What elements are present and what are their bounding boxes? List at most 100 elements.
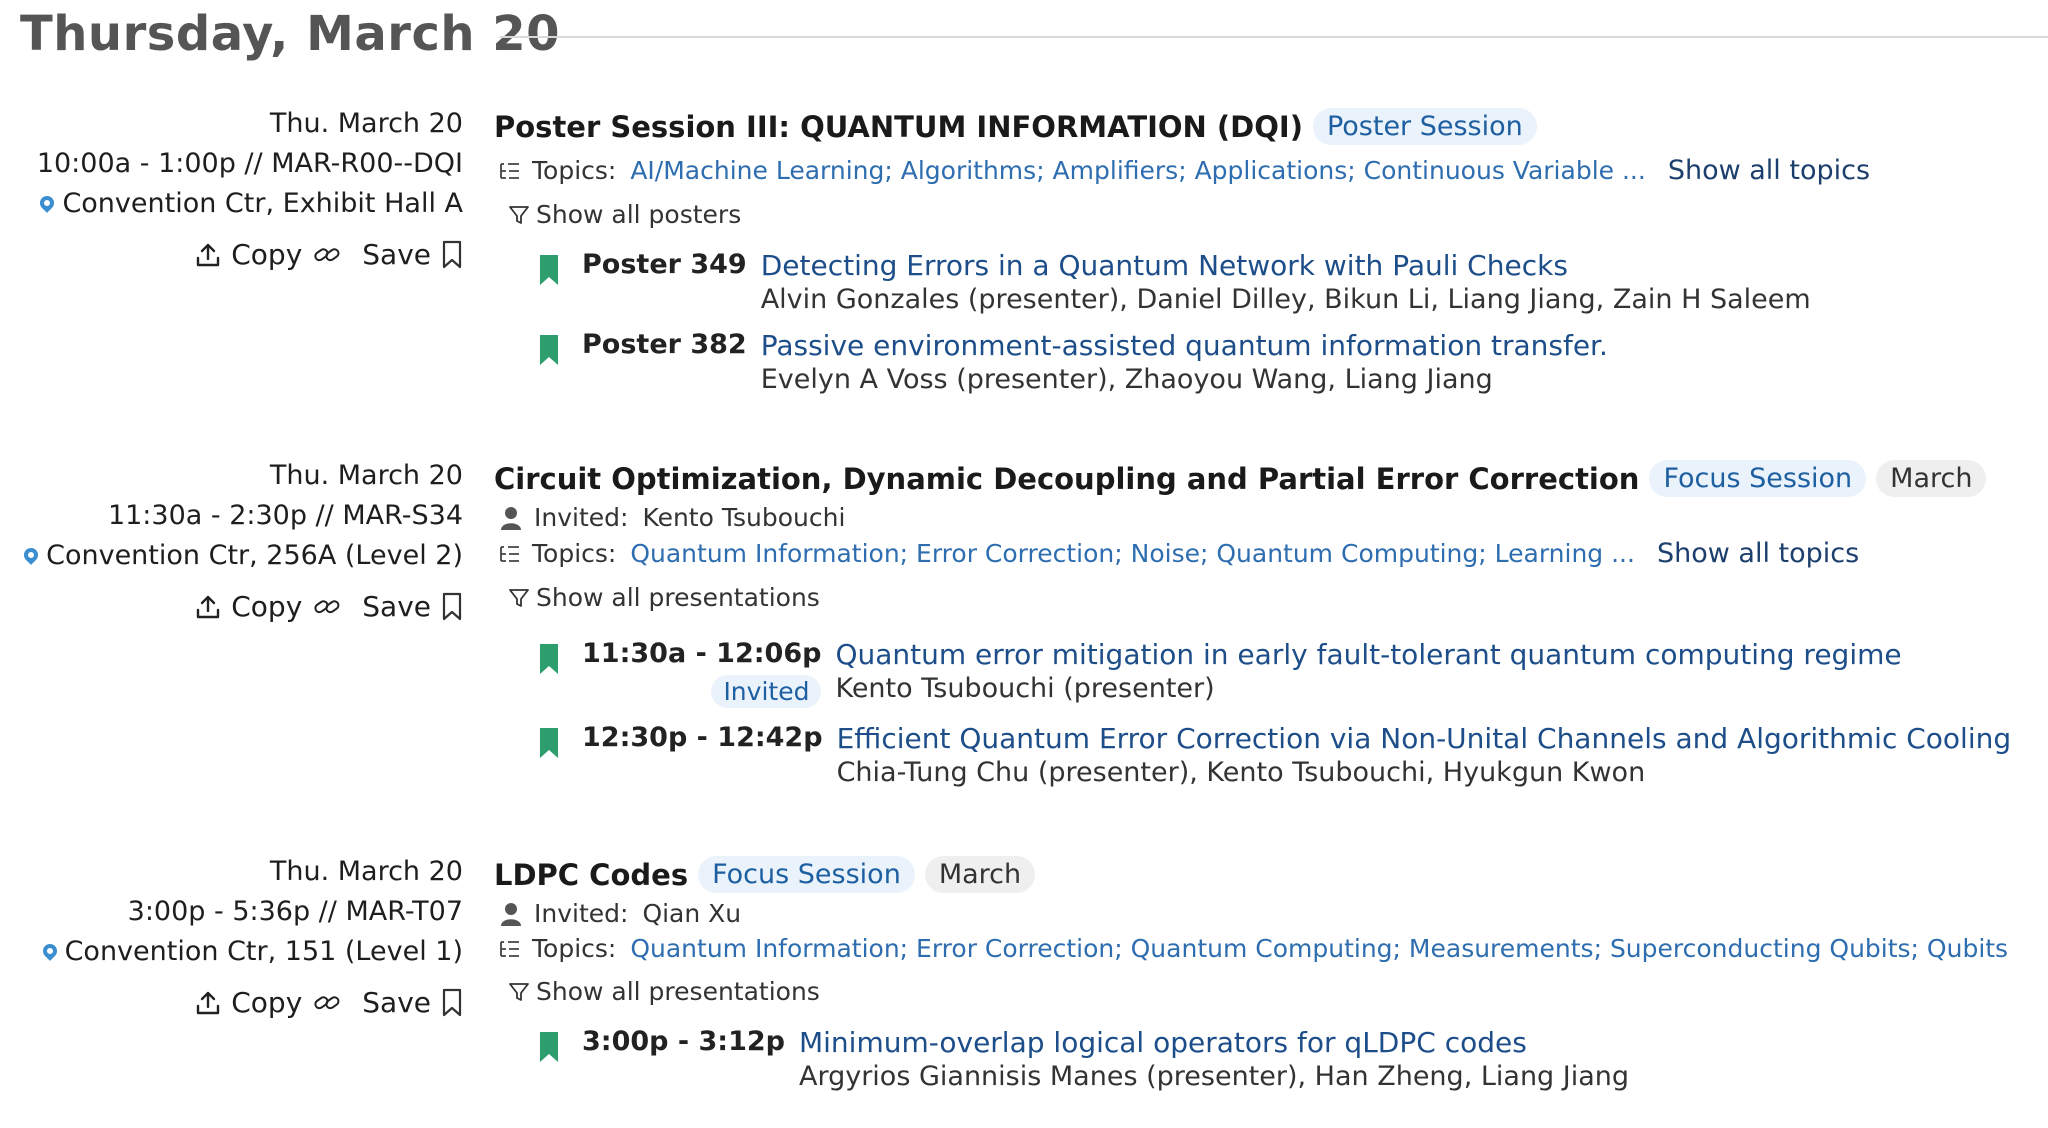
show-all-posters-filter[interactable]: Show all posters xyxy=(494,200,2034,229)
session-content: LDPC Codes Focus Session March Invited: … xyxy=(494,856,2034,1092)
divider xyxy=(500,36,2048,38)
session-time-code: 10:00a - 1:00p // MAR-R00--DQI xyxy=(36,148,463,179)
session-location: Convention Ctr, Exhibit Hall A xyxy=(0,184,463,224)
topics-row: Topics: AI/Machine Learning; Algorithms;… xyxy=(494,155,2034,186)
show-all-presentations-filter[interactable]: Show all presentations xyxy=(494,583,2034,612)
session-actions: Copy Save xyxy=(0,590,463,623)
invited-speaker: Qian Xu xyxy=(642,899,742,928)
poster-number: Poster 382 xyxy=(582,329,747,360)
topics-icon xyxy=(500,545,519,562)
item-body: Quantum error mitigation in early fault-… xyxy=(835,638,1901,708)
session-title[interactable]: LDPC Codes xyxy=(494,858,688,892)
item-authors: Evelyn A Voss (presenter), Zhaoyou Wang,… xyxy=(760,364,1493,395)
item-left: 3:00p - 3:12p xyxy=(582,1026,785,1092)
invited-speaker: Kento Tsubouchi xyxy=(642,503,846,532)
item-time: 11:30a - 12:06p xyxy=(582,638,822,669)
item-body: Efficient Quantum Error Correction via N… xyxy=(837,722,2012,788)
location-label: Convention Ctr, 151 (Level 1) xyxy=(64,936,463,967)
meeting-badge: March xyxy=(924,856,1036,893)
copy-button[interactable]: Copy xyxy=(195,590,342,623)
invited-row: Invited: Kento Tsubouchi xyxy=(494,503,2034,532)
filter-icon xyxy=(509,205,529,224)
invited-label: Invited: xyxy=(534,503,629,532)
session-location: Convention Ctr, 151 (Level 1) xyxy=(0,932,463,972)
session-title-row: LDPC Codes Focus Session March xyxy=(494,856,2034,893)
show-all-topics-link[interactable]: Show all topics xyxy=(1657,538,1859,569)
topics-label: Topics: xyxy=(532,539,617,568)
session-title[interactable]: Poster Session III: QUANTUM INFORMATION … xyxy=(494,110,1303,144)
topics-list[interactable]: Quantum Information; Error Correction; N… xyxy=(630,539,1635,568)
session-type-badge: Focus Session xyxy=(698,856,915,893)
copy-label: Copy xyxy=(231,986,303,1019)
bookmark-icon xyxy=(442,988,462,1016)
item-time: 3:00p - 3:12p xyxy=(582,1026,785,1057)
list-item: 11:30a - 12:06p Invited Quantum error mi… xyxy=(494,638,2034,708)
session-actions: Copy Save xyxy=(0,238,463,271)
bookmark-ribbon-icon[interactable] xyxy=(538,644,560,674)
save-button[interactable]: Save xyxy=(362,590,463,623)
save-button[interactable]: Save xyxy=(362,986,463,1019)
copy-label: Copy xyxy=(231,238,303,271)
save-label: Save xyxy=(362,238,431,271)
session-date: Thu. March 20 xyxy=(269,108,463,139)
location-label: Convention Ctr, Exhibit Hall A xyxy=(62,188,463,219)
location-pin-icon xyxy=(37,193,58,213)
location-pin-icon xyxy=(39,941,60,961)
topics-list[interactable]: Quantum Information; Error Correction; Q… xyxy=(630,934,2008,963)
link-icon xyxy=(314,995,340,1009)
save-button[interactable]: Save xyxy=(362,238,463,271)
copy-button[interactable]: Copy xyxy=(195,986,342,1019)
location-pin-icon xyxy=(21,545,42,565)
day-title: Thursday, March 20 xyxy=(20,6,561,62)
item-title-link[interactable]: Efficient Quantum Error Correction via N… xyxy=(837,722,2012,755)
show-all-presentations-filter[interactable]: Show all presentations xyxy=(494,977,2034,1006)
session-meta: Thu. March 20 10:00a - 1:00p // MAR-R00-… xyxy=(0,104,463,271)
link-icon xyxy=(314,247,340,261)
filter-label: Show all presentations xyxy=(536,977,820,1006)
copy-label: Copy xyxy=(231,590,303,623)
list-item: Poster 382 Passive environment-assisted … xyxy=(494,329,2034,395)
item-authors: Argyrios Giannisis Manes (presenter), Ha… xyxy=(798,1061,1630,1092)
item-title-link[interactable]: Detecting Errors in a Quantum Network wi… xyxy=(761,249,1811,282)
show-all-topics-link[interactable]: Show all topics xyxy=(1668,155,1870,186)
session-content: Circuit Optimization, Dynamic Decoupling… xyxy=(494,460,2034,788)
item-left: 12:30p - 12:42p xyxy=(582,722,823,788)
person-icon xyxy=(501,902,521,926)
topics-icon xyxy=(500,940,519,957)
day-header: Thursday, March 20 xyxy=(20,0,2048,76)
topics-row: Topics: Quantum Information; Error Corre… xyxy=(494,934,2034,963)
item-title-link[interactable]: Quantum error mitigation in early fault-… xyxy=(835,638,1901,671)
bookmark-ribbon-icon[interactable] xyxy=(538,1032,560,1062)
session-date: Thu. March 20 xyxy=(269,856,463,887)
session-content: Poster Session III: QUANTUM INFORMATION … xyxy=(494,108,2034,395)
session-title[interactable]: Circuit Optimization, Dynamic Decoupling… xyxy=(494,462,1639,496)
item-authors: Kento Tsubouchi (presenter) xyxy=(835,673,1215,704)
topics-list[interactable]: AI/Machine Learning; Algorithms; Amplifi… xyxy=(630,156,1645,185)
item-body: Minimum-overlap logical operators for qL… xyxy=(799,1026,1629,1092)
link-icon xyxy=(314,599,340,613)
filter-label: Show all posters xyxy=(536,200,742,229)
topics-label: Topics: xyxy=(532,934,617,963)
item-left: Poster 382 xyxy=(582,329,747,395)
item-authors: Chia-Tung Chu (presenter), Kento Tsubouc… xyxy=(836,757,1646,788)
session-title-row: Circuit Optimization, Dynamic Decoupling… xyxy=(494,460,2034,497)
bookmark-ribbon-icon[interactable] xyxy=(538,335,560,365)
copy-button[interactable]: Copy xyxy=(195,238,342,271)
session-time-code: 3:00p - 5:36p // MAR-T07 xyxy=(127,896,463,927)
person-icon xyxy=(501,506,521,530)
session-date: Thu. March 20 xyxy=(269,460,463,491)
location-label: Convention Ctr, 256A (Level 2) xyxy=(46,540,463,571)
bookmark-ribbon-icon[interactable] xyxy=(538,255,560,285)
bookmark-ribbon-icon[interactable] xyxy=(538,728,560,758)
share-icon xyxy=(197,243,220,266)
bookmark-icon xyxy=(442,592,462,620)
session-meta: Thu. March 20 3:00p - 5:36p // MAR-T07 C… xyxy=(0,852,463,1019)
item-title-link[interactable]: Minimum-overlap logical operators for qL… xyxy=(799,1026,1629,1059)
share-icon xyxy=(197,991,220,1014)
save-label: Save xyxy=(362,590,431,623)
filter-icon xyxy=(509,982,529,1001)
item-title-link[interactable]: Passive environment-assisted quantum inf… xyxy=(761,329,1608,362)
share-icon xyxy=(197,595,220,618)
session-title-row: Poster Session III: QUANTUM INFORMATION … xyxy=(494,108,2034,145)
meeting-badge: March xyxy=(1876,460,1987,497)
